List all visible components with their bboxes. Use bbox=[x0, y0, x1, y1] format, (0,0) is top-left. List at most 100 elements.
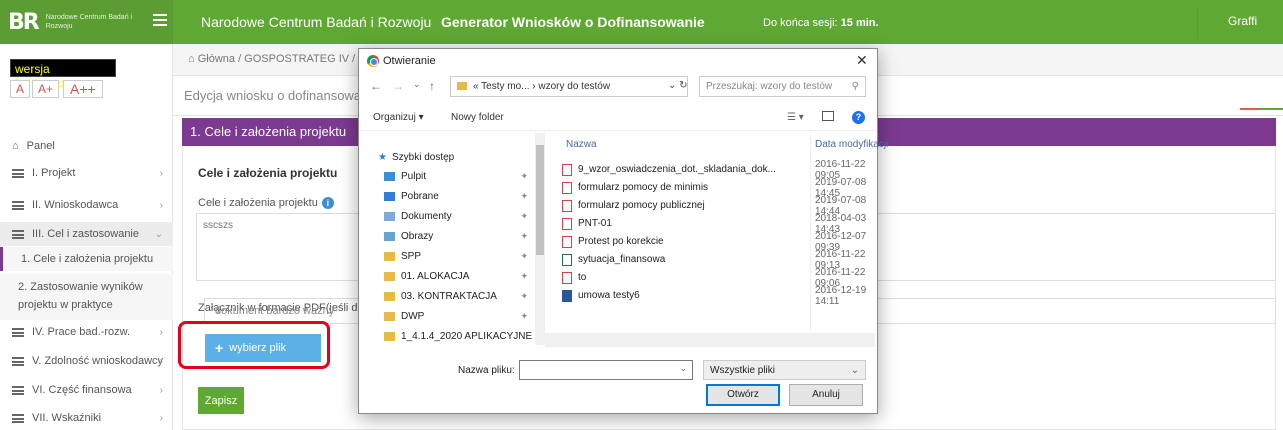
sidebar-item-panel[interactable]: ⌂ Panel bbox=[0, 134, 173, 158]
chevron-right-icon: › bbox=[159, 384, 163, 396]
up-icon[interactable]: ↑ bbox=[429, 79, 435, 93]
refresh-icon[interactable]: ⌄ ↻ bbox=[668, 80, 688, 91]
nav-aplikacyjne[interactable]: 1_4.1.4_2020 APLIKACYJNE bbox=[384, 327, 534, 345]
file-row[interactable]: formularz pomocy de minimis 2019-07-08 14… bbox=[562, 177, 878, 199]
accent-line bbox=[1260, 108, 1283, 110]
horizontal-scrollbar[interactable] bbox=[545, 333, 875, 347]
search-icon: ⚲ bbox=[851, 81, 859, 92]
file-row[interactable]: PNT-01 2018-04-03 14:43 bbox=[562, 213, 878, 235]
file-type-select[interactable]: Wszystkie pliki ⌄ bbox=[703, 360, 866, 380]
nav-dwp[interactable]: DWP ✦ bbox=[384, 307, 534, 325]
logo[interactable]: BR Narodowe Centrum Badań i Rozwoju bbox=[0, 0, 173, 44]
folder-icon bbox=[457, 82, 467, 91]
chevron-down-icon[interactable]: ⌄ bbox=[413, 79, 421, 90]
nav-pulpit[interactable]: Pulpit ✦ bbox=[384, 167, 534, 185]
home-icon: ⌂ bbox=[12, 140, 19, 152]
organize-menu[interactable]: Organizuj ▾ bbox=[373, 112, 424, 123]
preview-pane-icon[interactable] bbox=[822, 111, 834, 121]
font-small-button[interactable]: A bbox=[10, 80, 31, 98]
sidebar-item-finansowa[interactable]: VI. Część finansowa › bbox=[0, 378, 173, 402]
nav-kontraktacja[interactable]: 03. KONTRAKTACJA ✦ bbox=[384, 287, 534, 305]
sidebar-subitem-zastosowanie[interactable]: 2. Zastosowanie wyników projektu w prakt… bbox=[0, 274, 173, 320]
address-bar[interactable]: « Testy mo... › wzory do testów bbox=[450, 76, 688, 97]
logo-mark: BR bbox=[8, 9, 40, 35]
section-title: 1. Cele i założenia projektu bbox=[190, 124, 347, 139]
folder-icon bbox=[384, 271, 395, 281]
list-icon bbox=[12, 200, 24, 210]
contrast-toggle[interactable]: wersja kontrastowa bbox=[10, 59, 116, 90]
home-icon: ⌂ bbox=[188, 53, 195, 65]
pin-icon: ✦ bbox=[520, 290, 528, 301]
hamburger-icon[interactable] bbox=[153, 14, 167, 29]
nav-obrazy[interactable]: Obrazy ✦ bbox=[384, 227, 534, 245]
star-icon: ★ bbox=[378, 151, 387, 163]
column-date[interactable]: Data modyfikacji bbox=[815, 139, 888, 150]
pdf-icon bbox=[562, 217, 572, 230]
sidebar-item-projekt[interactable]: I. Projekt › bbox=[0, 161, 173, 185]
file-name-input[interactable]: ⌄ bbox=[519, 360, 693, 380]
save-button[interactable]: Zapisz bbox=[198, 387, 244, 414]
chevron-right-icon: › bbox=[159, 326, 163, 338]
page-subtitle: Edycja wniosku o dofinansowan bbox=[184, 88, 369, 103]
folder-icon bbox=[384, 331, 395, 341]
download-icon bbox=[384, 191, 395, 201]
pin-icon: ✦ bbox=[520, 230, 528, 241]
chevron-down-icon: ⌄ bbox=[679, 363, 687, 373]
nav-dokumenty[interactable]: Dokumenty ✦ bbox=[384, 207, 534, 225]
font-medium-button[interactable]: A+ bbox=[32, 80, 60, 98]
chevron-down-icon: ⌄ bbox=[850, 365, 859, 376]
chevron-right-icon: › bbox=[159, 355, 163, 367]
list-icon bbox=[12, 168, 24, 178]
back-icon[interactable]: ← bbox=[370, 79, 382, 93]
sidebar-item-wnioskodawca[interactable]: II. Wnioskodawca › bbox=[0, 193, 173, 217]
info-icon[interactable]: i bbox=[321, 197, 334, 209]
accent-line bbox=[1240, 108, 1260, 110]
pdf-icon bbox=[562, 199, 572, 212]
column-name[interactable]: Nazwa bbox=[566, 139, 597, 150]
file-row[interactable]: 9_wzor_oswiadczenia_dot._skladania_dok..… bbox=[562, 159, 878, 181]
sidebar-subitem-cele[interactable]: 1. Cele i założenia projektu bbox=[0, 247, 173, 271]
file-row[interactable]: formularz pomocy publicznej 2019-07-08 14… bbox=[562, 195, 878, 217]
pin-icon: ✦ bbox=[520, 190, 528, 201]
pin-icon: ✦ bbox=[520, 270, 528, 281]
nav-pobrane[interactable]: Pobrane ✦ bbox=[384, 187, 534, 205]
documents-icon bbox=[384, 211, 395, 221]
file-row[interactable]: umowa testy6 2016-12-19 14:11 bbox=[562, 285, 878, 307]
close-icon[interactable]: ✕ bbox=[856, 52, 868, 69]
pin-icon: ✦ bbox=[520, 310, 528, 321]
help-icon[interactable]: ? bbox=[852, 111, 865, 124]
chrome-icon bbox=[367, 55, 379, 67]
new-folder-button[interactable]: Nowy folder bbox=[451, 112, 504, 123]
session-timer: Do końca sesji: 15 min. bbox=[763, 17, 879, 29]
sidebar-item-wskazniki[interactable]: VII. Wskaźniki › bbox=[0, 406, 173, 430]
pin-icon: ✦ bbox=[520, 250, 528, 261]
logo-text: Narodowe Centrum Badań i Rozwoju bbox=[45, 14, 133, 30]
forward-icon[interactable]: → bbox=[392, 79, 404, 93]
file-name-label: Nazwa pliku: bbox=[458, 365, 515, 376]
breadcrumb[interactable]: ⌂ Główna / GOSPOSTRATEG IV / bbox=[188, 53, 355, 65]
folder-icon bbox=[384, 291, 395, 301]
folder-icon bbox=[384, 311, 395, 321]
view-options-icon[interactable]: ☰ ▾ bbox=[787, 112, 804, 123]
dialog-title: Otwieranie bbox=[383, 55, 436, 67]
pictures-icon bbox=[384, 231, 395, 241]
nav-spp[interactable]: SPP ✦ bbox=[384, 247, 534, 265]
sidebar-item-zdolnosc[interactable]: V. Zdolność wnioskodawcy › bbox=[0, 349, 173, 373]
user-menu[interactable]: Graffi bbox=[1228, 14, 1257, 28]
list-icon bbox=[12, 229, 24, 239]
file-row[interactable]: to 2016-11-22 09:06 bbox=[562, 267, 878, 289]
file-row[interactable]: Protest po korekcie 2016-12-07 09:39 bbox=[562, 231, 878, 253]
file-row[interactable]: sytuacja_finansowa 2016-11-22 09:13 bbox=[562, 249, 878, 271]
field-label: Cele i założenia projektu i bbox=[198, 197, 334, 209]
nav-alokacja[interactable]: 01. ALOKACJA ✦ bbox=[384, 267, 534, 285]
nav-scrollbar-thumb[interactable] bbox=[536, 145, 544, 255]
open-button[interactable]: Otwórz bbox=[706, 384, 780, 406]
cancel-button[interactable]: Anuluj bbox=[789, 384, 863, 406]
font-large-button[interactable]: A++ bbox=[63, 80, 103, 98]
search-input[interactable]: Przeszukaj: wzory do testów ⚲ bbox=[699, 76, 866, 97]
sidebar-item-prace[interactable]: IV. Prace bad.-rozw. › bbox=[0, 320, 173, 344]
pdf-icon bbox=[562, 235, 572, 248]
sidebar-item-cel[interactable]: III. Cel i zastosowanie ⌄ bbox=[0, 222, 173, 246]
nav-quick-access[interactable]: ★ Szybki dostęp bbox=[378, 148, 528, 166]
chevron-down-icon: ⌄ bbox=[154, 228, 163, 240]
